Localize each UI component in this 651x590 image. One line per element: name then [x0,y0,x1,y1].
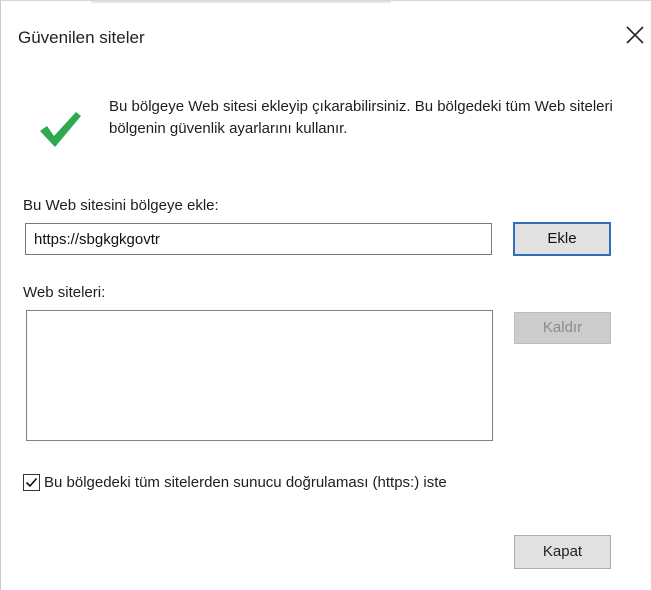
site-url-input[interactable] [25,223,492,255]
dialog-title: Güvenilen siteler [18,28,145,47]
close-icon [626,26,644,44]
window-top-edge [91,1,391,3]
https-checkbox-label: Bu bölgedeki tüm sitelerden sunucu doğru… [44,473,447,491]
close-window-button[interactable] [619,19,651,51]
add-button[interactable]: Ekle [513,222,611,256]
close-dialog-button[interactable]: Kapat [514,535,611,569]
zone-info-text: Bu bölgeye Web sitesi ekleyip çıkarabili… [109,98,613,137]
add-site-label: Bu Web sitesini bölgeye ekle: [23,197,219,214]
remove-button[interactable]: Kaldır [514,312,611,344]
sites-list-label: Web siteleri: [23,284,106,301]
trusted-sites-dialog: Güvenilen siteler Bu bölgeye Web sitesi … [0,0,651,590]
checkmark-icon [38,109,82,149]
https-verification-row[interactable]: Bu bölgedeki tüm sitelerden sunucu doğru… [23,472,447,492]
sites-list[interactable] [26,310,493,441]
checkbox-checked-icon [25,477,38,487]
https-checkbox[interactable] [23,473,40,491]
